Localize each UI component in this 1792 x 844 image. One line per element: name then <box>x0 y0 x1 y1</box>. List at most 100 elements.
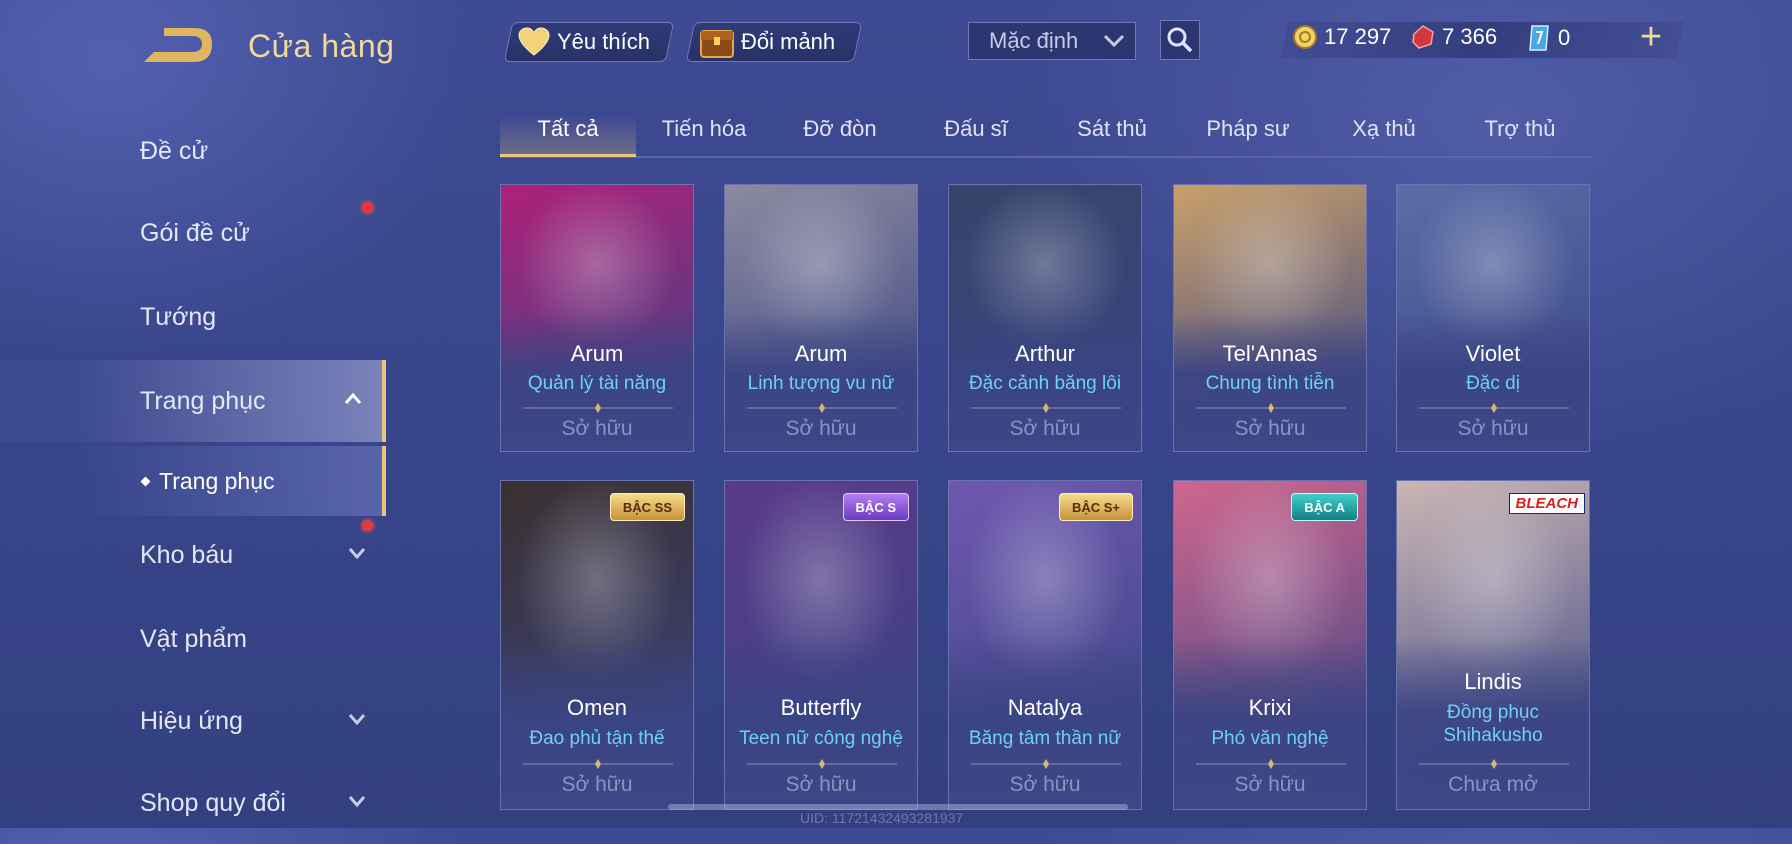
ticket-card-icon <box>1529 25 1549 51</box>
ownership-status: Sở hữu <box>785 773 857 796</box>
gold-coin-icon <box>1293 25 1317 49</box>
skin-card[interactable]: BẬC S Butterfly Teen nữ công nghệ Sở hữu <box>724 480 918 810</box>
favorite-label: Yêu thích <box>557 29 650 54</box>
sidebar-item-label: Shop quy đổi <box>140 788 286 817</box>
gold-currency: 17 297 <box>1292 24 1391 50</box>
hero-name: Krixi <box>1248 695 1292 720</box>
skin-card[interactable]: BẬC S+ Natalya Băng tâm thần nữ Sở hữu <box>948 480 1142 810</box>
skin-name: Đặc cảnh băng lôi <box>968 373 1122 394</box>
back-button[interactable] <box>140 26 216 66</box>
sidebar-item-label: Tướng <box>140 302 217 331</box>
hero-name: Violet <box>1465 341 1521 366</box>
ownership-status: Sở hữu <box>1009 417 1081 440</box>
chevron-down-icon <box>348 714 366 726</box>
hero-name: Arum <box>570 341 624 366</box>
divider-ornament <box>747 403 897 413</box>
hero-name: Arthur <box>1015 341 1075 366</box>
notification-dot <box>362 520 373 531</box>
ownership-status: Sở hữu <box>1234 773 1306 796</box>
skin-name: Băng tâm thần nữ <box>968 728 1122 749</box>
sidebar-item-label: Hiệu ứng <box>140 706 243 735</box>
sidebar-item-exchange-shop[interactable]: Shop quy đổi <box>0 762 386 844</box>
chest-icon <box>700 30 734 58</box>
sort-dropdown[interactable]: Mặc định <box>968 22 1136 60</box>
sidebar-item-label: Gói đề cử <box>140 218 250 247</box>
sidebar-item-heroes[interactable]: Tướng <box>0 276 386 358</box>
chevron-down-icon <box>348 548 366 560</box>
back-arrow-icon <box>144 28 212 62</box>
page-title: Cửa hàng <box>248 28 395 64</box>
tab-mage[interactable]: Pháp sư <box>1180 98 1316 156</box>
tier-badge: BẬC A <box>1291 493 1358 521</box>
skin-name: Phó văn nghệ <box>1211 728 1329 749</box>
divider-ornament <box>747 759 897 769</box>
sidebar-item-recommended-packs[interactable]: Gói đề cử <box>0 192 386 274</box>
skin-card[interactable]: Arum Quản lý tài năng Sở hữu <box>500 184 694 452</box>
search-button[interactable] <box>1160 20 1200 60</box>
hero-name: Lindis <box>1464 669 1522 694</box>
sidebar-item-treasure[interactable]: Kho báu <box>0 514 386 596</box>
ownership-status: Chưa mở <box>1448 773 1538 796</box>
ownership-status: Sở hữu <box>785 417 857 440</box>
skin-card[interactable]: BẬC A Krixi Phó văn nghệ Sở hữu <box>1173 480 1367 810</box>
skin-name: Quản lý tài năng <box>527 373 667 394</box>
diamond-bullet-icon <box>140 476 151 486</box>
role-tabs: Tất cả Tiến hóa Đỡ đòn Đấu sĩ Sát thủ Ph… <box>500 98 1592 158</box>
sort-value: Mặc định <box>989 28 1079 53</box>
hero-name: Tel'Annas <box>1222 341 1318 366</box>
voucher-gem-icon <box>1412 25 1434 49</box>
tab-evolution[interactable]: Tiến hóa <box>636 98 772 156</box>
search-icon <box>1167 27 1193 53</box>
sidebar-subitem-label: Trang phục <box>159 467 275 494</box>
sidebar-item-effects[interactable]: Hiệu ứng <box>0 680 386 762</box>
skin-grid: Arum Quản lý tài năng Sở hữu Arum Linh t… <box>500 184 1594 814</box>
tab-marksman[interactable]: Xạ thủ <box>1316 98 1452 156</box>
voucher-amount: 7 366 <box>1442 24 1498 49</box>
skin-card[interactable]: BLEACH Lindis Đồng phục Shihakusho Chưa … <box>1396 480 1590 810</box>
skin-card[interactable]: Violet Đặc dị Sở hữu <box>1396 184 1590 452</box>
skin-name: Đao phủ tận thế <box>529 728 665 749</box>
tier-badge: BẬC SS <box>609 493 685 521</box>
sidebar: Đề cử Gói đề cử Tướng Trang phục Trang p… <box>0 90 390 828</box>
notification-dot <box>362 202 373 213</box>
tab-assassin[interactable]: Sát thủ <box>1044 98 1180 156</box>
tab-support[interactable]: Trợ thủ <box>1452 98 1588 156</box>
skin-name: Teen nữ công nghệ <box>739 728 903 749</box>
ownership-status: Sở hữu <box>561 773 633 796</box>
divider-ornament <box>971 759 1121 769</box>
divider-ornament <box>1419 759 1569 769</box>
sidebar-item-skins[interactable]: Trang phục <box>0 360 386 442</box>
favorite-button[interactable]: Yêu thích <box>503 22 675 62</box>
skin-card[interactable]: BẬC SS Omen Đao phủ tận thế Sở hữu <box>500 480 694 810</box>
sidebar-item-items[interactable]: Vật phẩm <box>0 598 386 680</box>
skin-name: Chung tình tiễn <box>1205 373 1335 394</box>
chevron-up-icon <box>344 392 362 404</box>
divider-ornament <box>1419 403 1569 413</box>
skin-name: Đồng phục Shihakusho <box>1443 702 1543 746</box>
add-currency-button[interactable]: + <box>1636 18 1666 56</box>
skin-card[interactable]: Arthur Đặc cảnh băng lôi Sở hữu <box>948 184 1142 452</box>
divider-ornament <box>971 403 1121 413</box>
exchange-label: Đổi mảnh <box>741 29 836 54</box>
exchange-fragments-button[interactable]: Đổi mảnh <box>685 22 863 62</box>
skin-name: Đặc dị <box>1466 373 1520 394</box>
ticket-amount: 0 <box>1558 25 1571 50</box>
skin-card[interactable]: Tel'Annas Chung tình tiễn Sở hữu <box>1173 184 1367 452</box>
sidebar-item-recommended[interactable]: Đề cử <box>0 110 386 192</box>
tier-badge: BẬC S <box>842 493 909 521</box>
chevron-down-icon <box>348 796 366 808</box>
divider-ornament <box>1196 759 1346 769</box>
tab-fighter[interactable]: Đấu sĩ <box>908 98 1044 156</box>
heart-icon <box>518 27 550 56</box>
sidebar-item-label: Vật phẩm <box>140 624 248 653</box>
tab-all[interactable]: Tất cả <box>500 98 636 157</box>
divider-ornament <box>523 403 673 413</box>
top-bar: Cửa hàng Yêu thích Đổi mảnh Mặc định 17 … <box>0 0 1792 90</box>
hero-name: Natalya <box>1007 695 1083 720</box>
tab-tank[interactable]: Đỡ đòn <box>772 98 908 156</box>
divider-ornament <box>523 759 673 769</box>
sidebar-subitem-skins[interactable]: Trang phục <box>0 446 386 516</box>
skin-card[interactable]: Arum Linh tượng vu nữ Sở hữu <box>724 184 918 452</box>
ownership-status: Sở hữu <box>1234 417 1306 440</box>
chevron-down-icon <box>1103 34 1125 48</box>
